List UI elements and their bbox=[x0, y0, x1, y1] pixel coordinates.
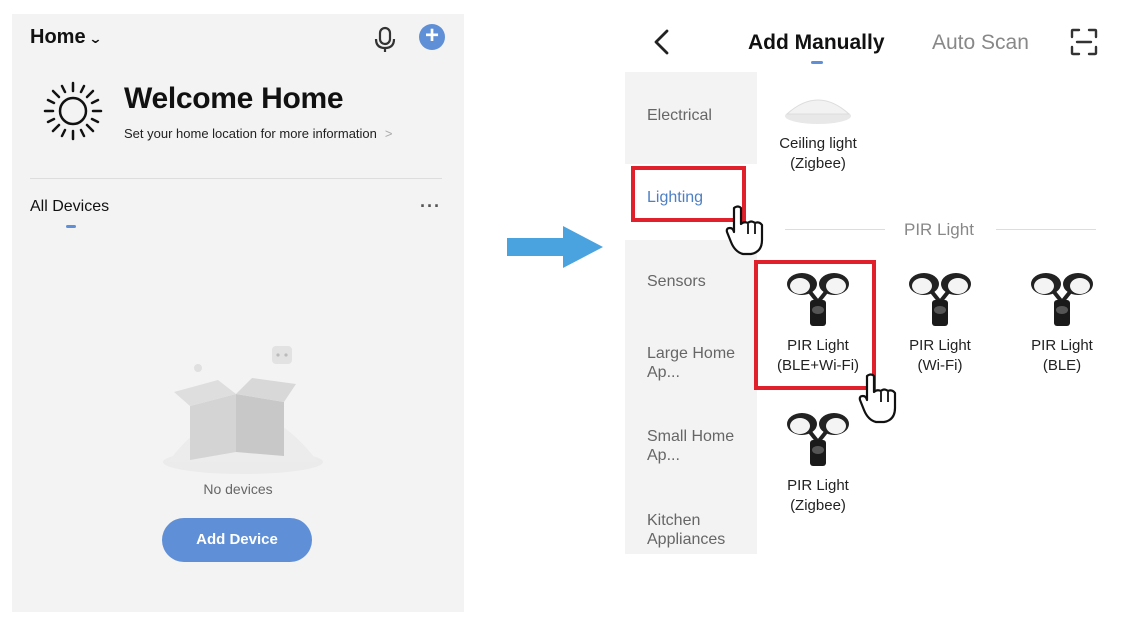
ceiling-light-icon bbox=[785, 99, 851, 124]
category-large-home-appliances[interactable]: Large Home Ap... bbox=[647, 344, 737, 382]
chevron-down-icon: ⌄ bbox=[87, 30, 103, 46]
tab-add-manually[interactable]: Add Manually bbox=[748, 31, 885, 55]
welcome-title: Welcome Home bbox=[124, 82, 344, 115]
home-label: Home bbox=[30, 26, 86, 48]
tab-auto-scan[interactable]: Auto Scan bbox=[932, 31, 1029, 55]
device-pir-light-zigbee[interactable]: PIR Light (Zigbee) bbox=[758, 410, 878, 516]
category-small-home-appliances[interactable]: Small Home Ap... bbox=[647, 427, 737, 465]
section-title-pir-light: PIR Light bbox=[904, 220, 974, 239]
add-device-screen: Add Manually Auto Scan Electrical Lighti… bbox=[620, 14, 1130, 612]
home-selector[interactable]: Home ⌄ bbox=[30, 26, 103, 49]
back-icon[interactable] bbox=[652, 28, 672, 56]
location-prompt-text: Set your home location for more informat… bbox=[124, 126, 377, 141]
pir-light-icon bbox=[1031, 273, 1093, 326]
device-name: PIR Light bbox=[1031, 337, 1093, 354]
device-pir-light-ble[interactable]: PIR Light (BLE) bbox=[1002, 270, 1122, 376]
hand-pointer-icon bbox=[725, 205, 764, 256]
divider bbox=[30, 178, 442, 179]
section-divider bbox=[785, 229, 885, 230]
device-ceiling-light-zigbee[interactable]: Ceiling light (Zigbee) bbox=[758, 86, 878, 174]
device-protocol: (Zigbee) bbox=[790, 155, 846, 172]
section-divider bbox=[996, 229, 1096, 230]
category-sidebar: Electrical Lighting Sensors Large Home A… bbox=[625, 72, 757, 554]
device-protocol: (Zigbee) bbox=[790, 497, 846, 514]
tab-all-devices[interactable]: All Devices bbox=[30, 198, 109, 216]
chevron-right-icon: > bbox=[384, 126, 393, 141]
plus-icon[interactable]: + bbox=[419, 24, 445, 50]
tab-indicator bbox=[811, 61, 823, 64]
tab-indicator bbox=[66, 225, 76, 228]
device-protocol: (BLE) bbox=[1042, 357, 1082, 374]
device-name: PIR Light bbox=[909, 337, 971, 354]
pir-light-icon bbox=[909, 273, 971, 326]
category-kitchen-appliances[interactable]: Kitchen Appliances bbox=[647, 511, 747, 549]
add-device-button[interactable]: Add Device bbox=[162, 518, 312, 562]
home-screen: Home ⌄ + Welcome Home Set your home loca… bbox=[12, 14, 464, 612]
pir-light-icon bbox=[787, 413, 849, 466]
device-pir-light-wifi[interactable]: PIR Light (Wi-Fi) bbox=[880, 270, 1000, 376]
highlight-pir-light-ble-wifi bbox=[754, 260, 876, 390]
empty-state-text: No devices bbox=[203, 481, 273, 497]
empty-box-icon bbox=[163, 346, 323, 474]
arrow-icon bbox=[507, 226, 603, 268]
device-name: PIR Light bbox=[787, 477, 849, 494]
location-prompt[interactable]: Set your home location for more informat… bbox=[124, 126, 393, 141]
category-sensors[interactable]: Sensors bbox=[647, 272, 706, 291]
device-name: Ceiling light bbox=[779, 135, 857, 152]
scan-icon[interactable] bbox=[1070, 28, 1098, 56]
sun-icon bbox=[43, 81, 103, 141]
category-electrical[interactable]: Electrical bbox=[647, 106, 712, 125]
microphone-icon[interactable] bbox=[372, 26, 398, 54]
more-icon[interactable]: ··· bbox=[420, 196, 441, 217]
